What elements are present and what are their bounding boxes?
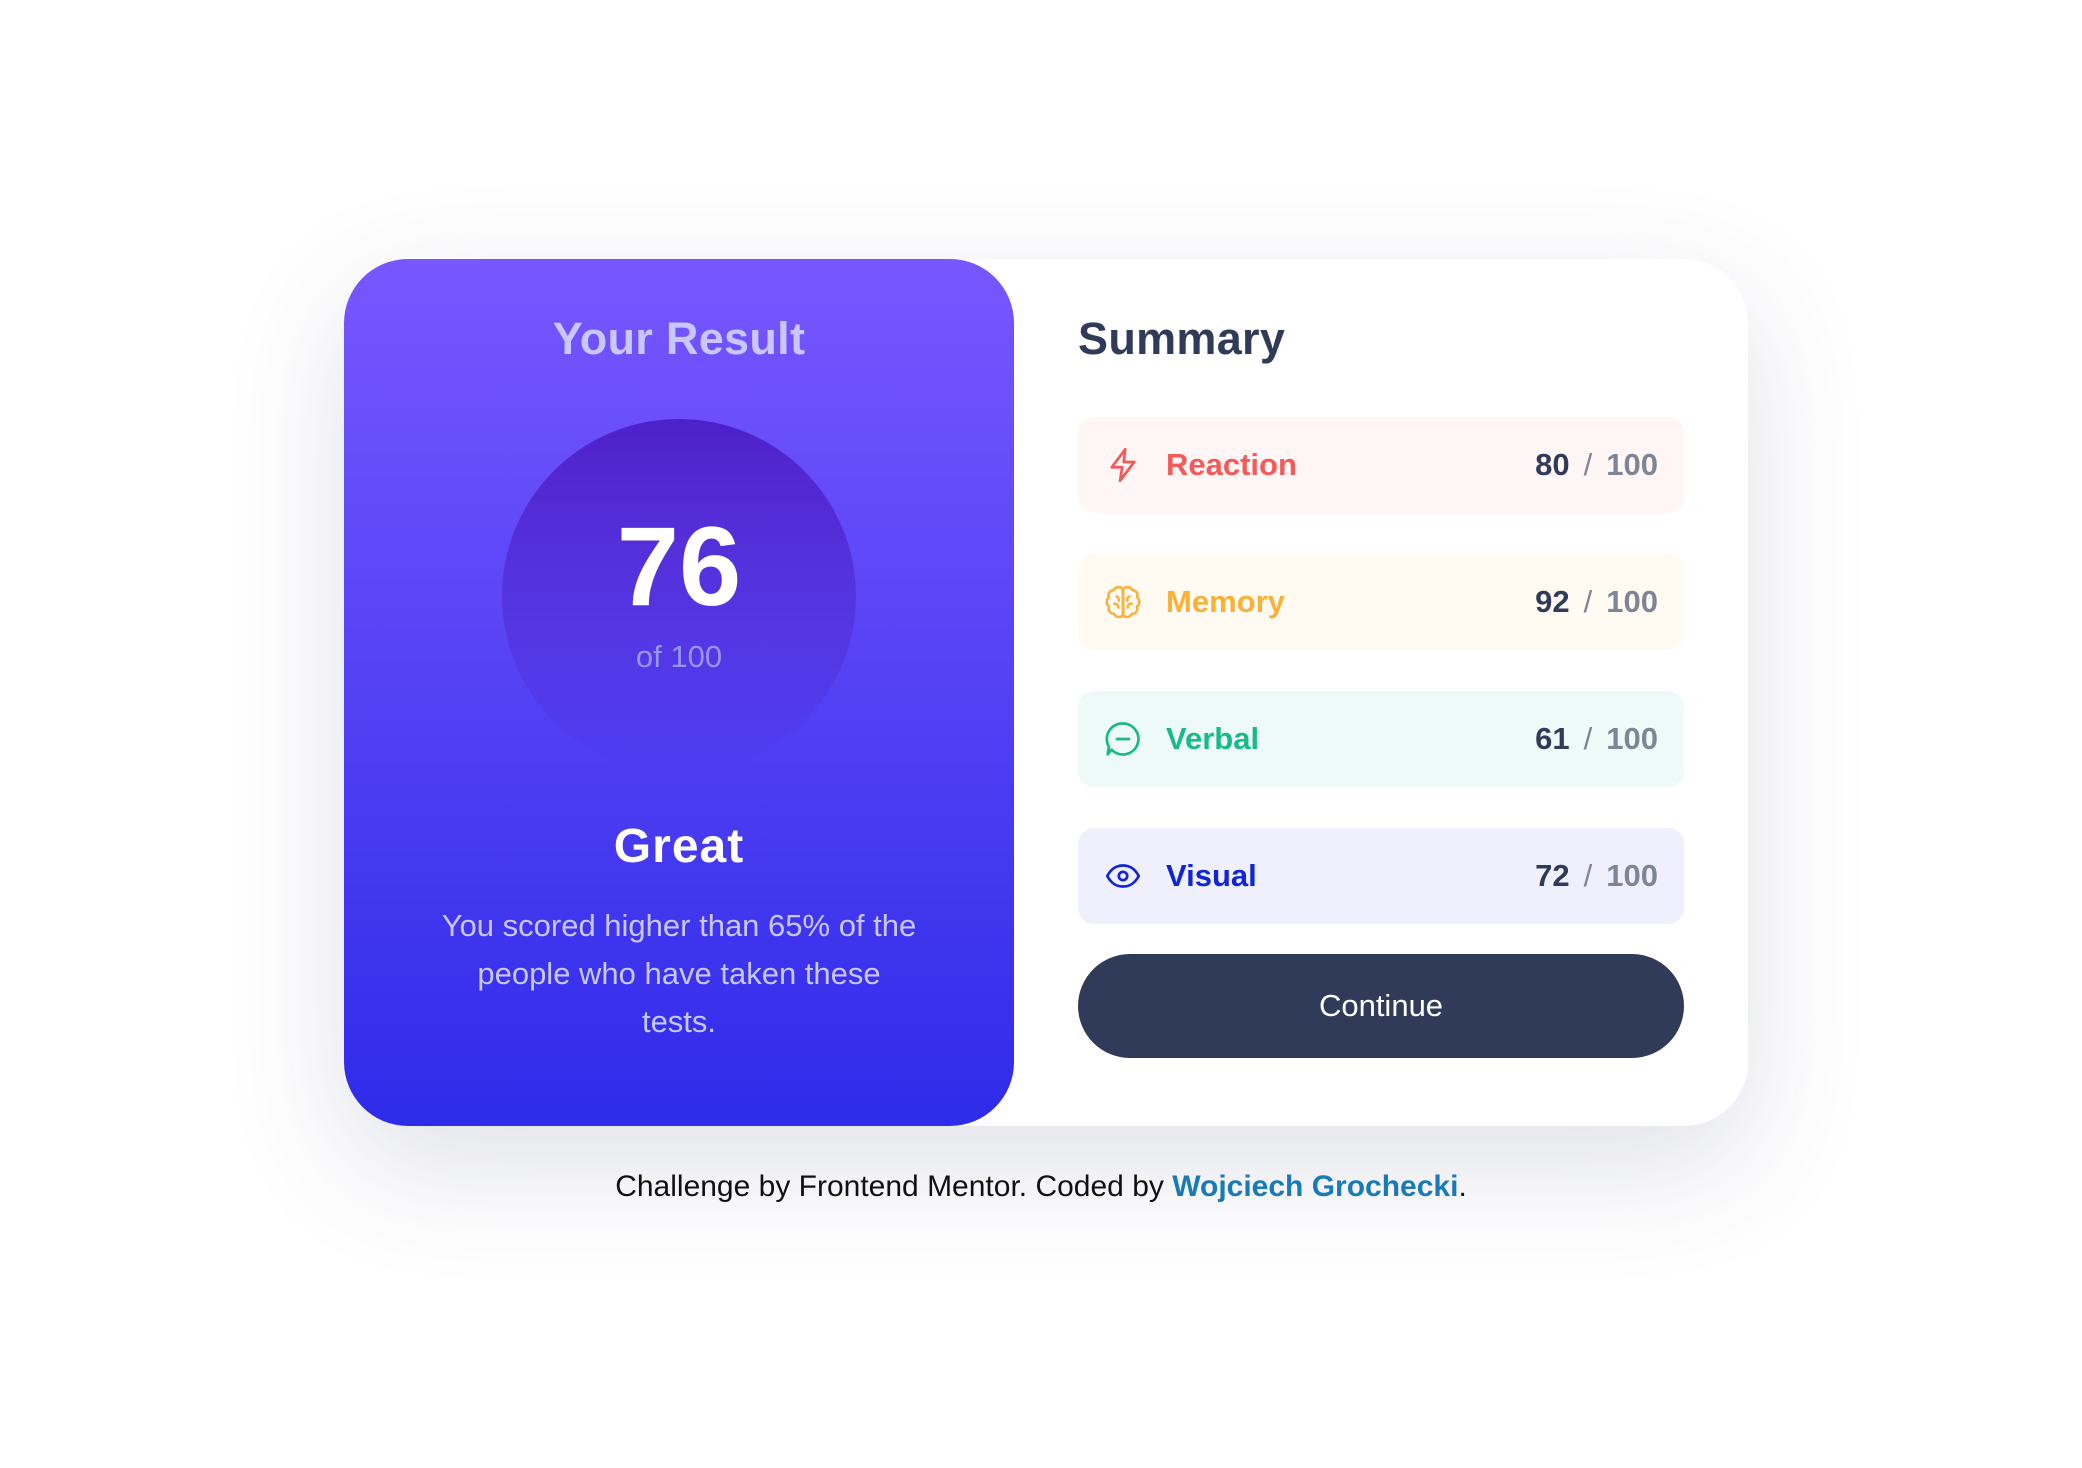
score-of-label: of 100 xyxy=(635,639,723,674)
author-link[interactable]: Wojciech Grochecki xyxy=(1172,1170,1458,1203)
summary-row-score: 92 xyxy=(1535,584,1570,619)
summary-title: Summary xyxy=(1078,313,1286,364)
summary-row-verbal: Verbal 61 / 100 xyxy=(1078,691,1684,787)
summary-row-reaction: Reaction 80 / 100 xyxy=(1078,417,1684,513)
summary-row-slash: / xyxy=(1583,858,1593,893)
score-value: 76 xyxy=(616,504,742,629)
summary-row-label: Reaction xyxy=(1166,447,1297,482)
score-circle: 76 of 100 xyxy=(502,419,856,773)
summary-row-score: 61 xyxy=(1535,721,1570,756)
summary-row-slash: / xyxy=(1583,447,1593,482)
attribution: Challenge by Frontend Mentor. Coded by W… xyxy=(0,1170,2082,1204)
attribution-prefix: Challenge by Frontend Mentor. Coded by xyxy=(615,1170,1173,1203)
summary-row-visual: Visual 72 / 100 xyxy=(1078,828,1684,924)
page: Your Result 76 of 100 Great You scored h… xyxy=(0,0,2082,1468)
eye-icon xyxy=(1102,855,1144,897)
result-panel: Your Result 76 of 100 Great You scored h… xyxy=(344,259,1014,1126)
summary-row-score: 80 xyxy=(1535,447,1570,482)
rating-title: Great xyxy=(613,820,745,873)
chat-bubble-icon xyxy=(1102,718,1144,760)
summary-row-label: Verbal xyxy=(1166,721,1260,756)
rating-description: You scored higher than 65% of the people… xyxy=(441,908,917,1039)
brain-icon xyxy=(1102,581,1144,623)
results-card: Your Result 76 of 100 Great You scored h… xyxy=(344,259,1748,1126)
summary-row-max: 100 xyxy=(1606,721,1658,756)
summary-row-max: 100 xyxy=(1606,447,1658,482)
summary-row-label: Memory xyxy=(1166,584,1285,619)
summary-row-memory: Memory 92 / 100 xyxy=(1078,554,1684,650)
summary-row-max: 100 xyxy=(1606,858,1658,893)
attribution-suffix: . xyxy=(1458,1170,1467,1203)
result-title: Your Result xyxy=(552,313,806,364)
summary-row-slash: / xyxy=(1583,721,1593,756)
summary-row-max: 100 xyxy=(1606,584,1658,619)
lightning-icon xyxy=(1102,444,1144,486)
summary-row-label: Visual xyxy=(1166,858,1257,893)
summary-panel: Summary Reaction 80 / 100 Memory 92 / 10… xyxy=(1014,259,1748,1126)
summary-row-score: 72 xyxy=(1535,858,1570,893)
summary-row-slash: / xyxy=(1583,584,1593,619)
continue-button[interactable]: Continue xyxy=(1078,954,1684,1058)
